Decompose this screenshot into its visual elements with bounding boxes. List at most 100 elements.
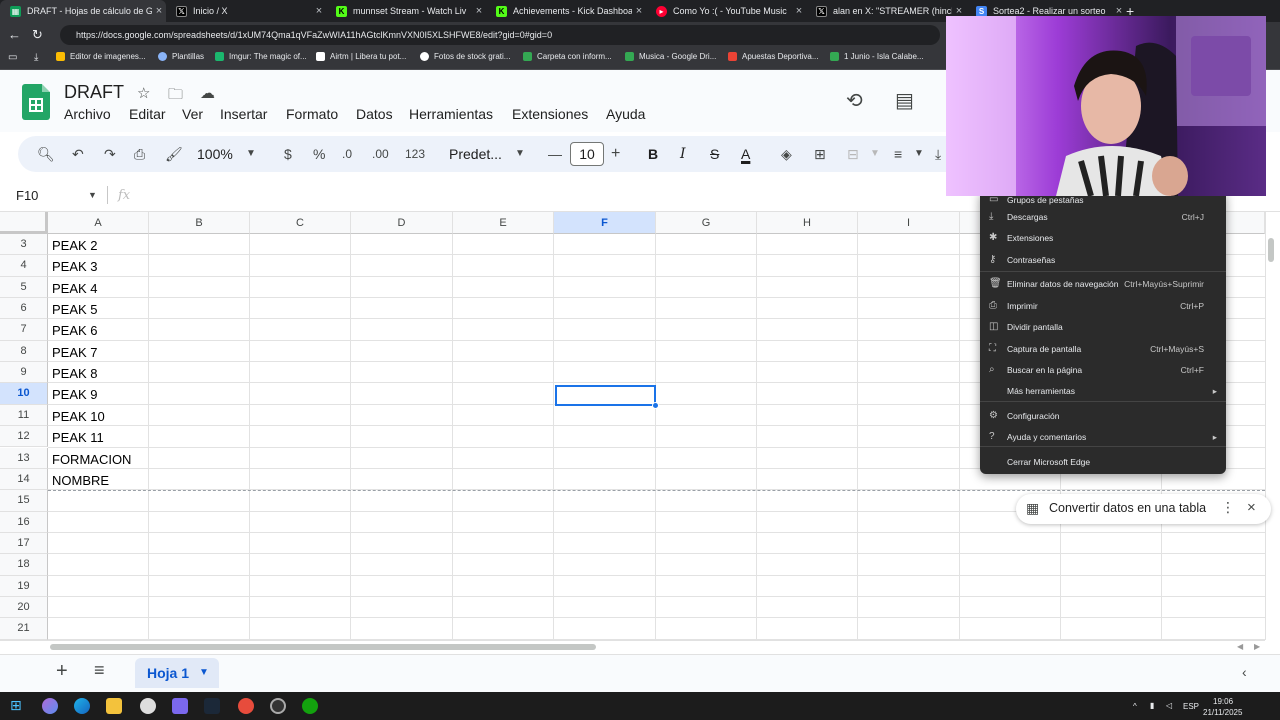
scroll-left-arrow-icon[interactable]: ◀ bbox=[1237, 642, 1243, 651]
file-explorer-icon[interactable] bbox=[106, 698, 122, 714]
cell-a6[interactable]: PEAK 5 bbox=[52, 299, 98, 320]
row-header-14[interactable]: 14 bbox=[0, 468, 48, 491]
menu-item-eliminar-datos-de-navegacion[interactable]: 🗑 Eliminar datos de navegación Ctrl+Mayús+… bbox=[980, 274, 1226, 294]
cell-a11[interactable]: PEAK 10 bbox=[52, 406, 105, 427]
menu-ver[interactable]: Ver bbox=[182, 106, 203, 122]
bold-button[interactable]: B bbox=[648, 143, 658, 165]
font-select[interactable]: Predet... bbox=[449, 143, 502, 165]
bookmark-item[interactable]: Editor de imagenes... bbox=[56, 52, 146, 61]
strikethrough-button[interactable]: S bbox=[710, 143, 719, 165]
row-header-3[interactable]: 3 bbox=[0, 234, 48, 256]
app-icon[interactable] bbox=[140, 698, 156, 714]
column-header-b[interactable]: B bbox=[149, 212, 250, 234]
font-size-input[interactable]: 10 bbox=[570, 142, 604, 166]
menu-item-dividir-pantalla[interactable]: ◫ Dividir pantalla bbox=[980, 317, 1226, 337]
percent-button[interactable]: % bbox=[313, 143, 325, 165]
bookmark-item[interactable]: 1 Junio - Isla Calabe... bbox=[830, 52, 924, 61]
column-header-g[interactable]: G bbox=[656, 212, 757, 234]
row-header-9[interactable]: 9 bbox=[0, 362, 48, 384]
column-header-f[interactable]: F bbox=[554, 212, 656, 234]
bookmark-item[interactable]: Apuestas Deportiva... bbox=[728, 52, 818, 61]
cell-a3[interactable]: PEAK 2 bbox=[52, 235, 98, 256]
document-title[interactable]: DRAFT bbox=[64, 82, 124, 103]
browser-tab-kick-stream[interactable]: K munnset Stream - Watch Liv × bbox=[326, 0, 486, 22]
row-header-21[interactable]: 21 bbox=[0, 618, 48, 640]
sheet-tab-hoja-1[interactable]: Hoja 1 ▼ bbox=[135, 658, 219, 688]
row-header-6[interactable]: 6 bbox=[0, 298, 48, 320]
browser-tab-youtube-music[interactable]: ▸ Como Yo :( - YouTube Music × bbox=[646, 0, 806, 22]
download-icon[interactable]: ⤓ bbox=[34, 52, 38, 63]
back-arrow-icon[interactable]: ← bbox=[8, 27, 21, 42]
close-icon[interactable]: × bbox=[472, 5, 486, 17]
chevron-down-icon[interactable]: ▼ bbox=[515, 143, 525, 165]
horizontal-scroll-thumb[interactable] bbox=[50, 644, 596, 650]
collapse-side-panel-icon[interactable]: ‹ bbox=[1242, 664, 1247, 680]
vertical-scroll-thumb[interactable] bbox=[1268, 238, 1274, 262]
print-icon[interactable]: ⎙ bbox=[134, 143, 145, 165]
bookmark-item[interactable]: Carpeta con inform... bbox=[523, 52, 612, 61]
column-header-i[interactable]: I bbox=[858, 212, 960, 234]
language-indicator[interactable]: ESP bbox=[1183, 702, 1199, 711]
menu-archivo[interactable]: Archivo bbox=[64, 106, 111, 122]
vertical-align-icon[interactable]: ⤓ bbox=[935, 143, 941, 165]
undo-icon[interactable]: ↶ bbox=[72, 143, 84, 165]
menu-item-configuracion[interactable]: ⚙ Configuración bbox=[980, 406, 1226, 426]
chevron-down-icon[interactable]: ▼ bbox=[914, 143, 924, 165]
cell-a9[interactable]: PEAK 8 bbox=[52, 363, 98, 384]
menu-editar[interactable]: Editar bbox=[129, 106, 166, 122]
version-history-icon[interactable]: ⟲ bbox=[846, 88, 863, 113]
battery-icon[interactable]: ▮ bbox=[1150, 701, 1154, 710]
menu-datos[interactable]: Datos bbox=[356, 106, 393, 122]
row-header-5[interactable]: 5 bbox=[0, 276, 48, 299]
row-header-7[interactable]: 7 bbox=[0, 319, 48, 341]
app-icon[interactable] bbox=[238, 698, 254, 714]
name-box[interactable]: F10 bbox=[16, 188, 38, 203]
menu-formato[interactable]: Formato bbox=[286, 106, 338, 122]
decrease-decimal-button[interactable]: .0 bbox=[342, 143, 352, 165]
close-icon[interactable]: × bbox=[1247, 499, 1256, 516]
zoom-select[interactable]: 100% bbox=[197, 143, 233, 165]
cell-a13[interactable]: FORMACION bbox=[52, 449, 131, 470]
menu-item-cerrar-microsoft-edge[interactable]: Cerrar Microsoft Edge bbox=[980, 452, 1226, 472]
menu-item-imprimir[interactable]: ⎙ Imprimir Ctrl+P bbox=[980, 296, 1226, 316]
windows-start-icon[interactable]: ⊞ bbox=[10, 697, 22, 714]
selected-cell[interactable] bbox=[555, 385, 656, 406]
menu-item-descargas[interactable]: ⤓ Descargas Ctrl+J bbox=[980, 207, 1226, 227]
font-size-decrease-icon[interactable]: — bbox=[548, 143, 562, 165]
redo-icon[interactable]: ↷ bbox=[104, 143, 116, 165]
obs-icon[interactable] bbox=[270, 698, 286, 714]
column-header-c[interactable]: C bbox=[250, 212, 351, 234]
app-icon[interactable] bbox=[302, 698, 318, 714]
row-header-16[interactable]: 16 bbox=[0, 511, 48, 533]
select-all-corner[interactable] bbox=[0, 212, 48, 234]
cell-a10[interactable]: PEAK 9 bbox=[52, 384, 98, 405]
cell-a4[interactable]: PEAK 3 bbox=[52, 256, 98, 277]
row-header-15[interactable]: 15 bbox=[0, 490, 48, 512]
reload-icon[interactable]: ↻ bbox=[32, 27, 43, 43]
browser-tab-kick-dashboard[interactable]: K Achievements - Kick Dashboard × bbox=[486, 0, 646, 22]
cell-a12[interactable]: PEAK 11 bbox=[52, 427, 104, 448]
edge-icon[interactable] bbox=[74, 698, 90, 714]
clock-time[interactable]: 19:06 bbox=[1213, 697, 1233, 706]
menu-item-extensiones[interactable]: ✱ Extensiones bbox=[980, 228, 1226, 248]
browser-tab-x[interactable]: 𝕏 Inicio / X × bbox=[166, 0, 326, 22]
row-header-10[interactable]: 10 bbox=[0, 383, 48, 405]
close-icon[interactable]: × bbox=[152, 5, 166, 17]
row-header-13[interactable]: 13 bbox=[0, 447, 48, 469]
cell-a14[interactable]: NOMBRE bbox=[52, 470, 109, 491]
column-header-a[interactable]: A bbox=[48, 212, 149, 234]
row-header-20[interactable]: 20 bbox=[0, 596, 48, 619]
menu-item-contrasenas[interactable]: ⚷ Contraseñas bbox=[980, 250, 1226, 270]
discord-icon[interactable] bbox=[172, 698, 188, 714]
clock-date[interactable]: 21/11/2025 bbox=[1203, 708, 1242, 717]
row-header-18[interactable]: 18 bbox=[0, 554, 48, 576]
row-header-11[interactable]: 11 bbox=[0, 404, 48, 427]
row-header-4[interactable]: 4 bbox=[0, 255, 48, 277]
borders-icon[interactable]: ⊞ bbox=[814, 143, 826, 165]
increase-decimal-button[interactable]: .00 bbox=[372, 143, 389, 165]
row-header-8[interactable]: 8 bbox=[0, 340, 48, 363]
chevron-down-icon[interactable]: ▼ bbox=[870, 143, 880, 165]
cell-a8[interactable]: PEAK 7 bbox=[52, 342, 98, 363]
menu-insertar[interactable]: Insertar bbox=[220, 106, 267, 122]
chevron-down-icon[interactable]: ▼ bbox=[88, 190, 97, 200]
